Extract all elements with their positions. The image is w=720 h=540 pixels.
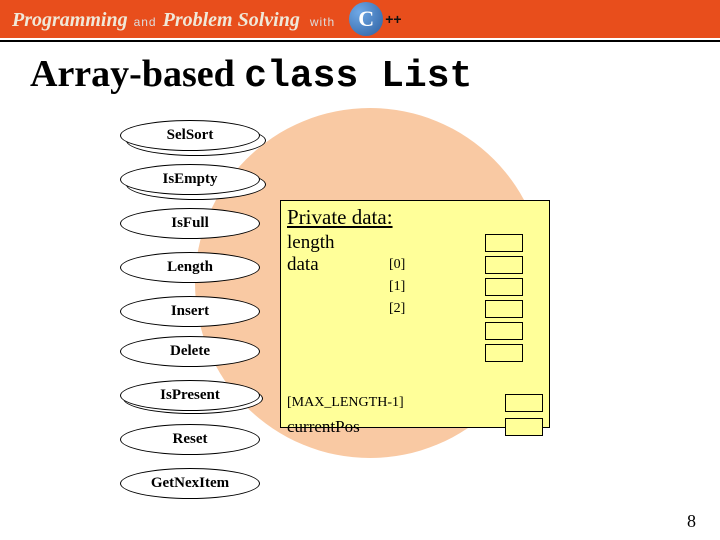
method-isfull: IsFull [120,208,270,248]
method-delete: Delete [120,336,270,376]
method-isempty: IsEmpty [120,164,270,204]
length-cell [485,234,523,252]
private-heading: Private data: [281,201,549,232]
method-reset: Reset [120,424,270,464]
cpp-logo: C ++ [349,2,401,36]
method-label: IsEmpty [120,164,260,195]
data-index-1: [1] [365,279,485,295]
slide-title: Array-based class List [0,42,720,98]
title-mono: class List [244,55,472,98]
private-data-box: Private data: length data [0] [1] [2] [280,200,550,428]
header-and: and [134,15,157,29]
data-cell-3 [485,322,523,340]
data-index-0: [0] [365,257,485,273]
title-prefix: Array-based [30,53,244,95]
private-max-row: [MAX_LENGTH-1] [281,392,549,414]
header-text: Programming and Problem Solving with C +… [0,2,402,36]
private-currentpos-row: currentPos [281,416,549,438]
private-max-label: [MAX_LENGTH-1] [287,395,477,411]
data-cell-max [505,394,543,412]
method-label: Reset [120,424,260,455]
header-with: with [310,15,335,29]
gap [281,364,549,392]
method-label: Delete [120,336,260,367]
diagram-stage: Private data: length data [0] [1] [2] [0,108,720,508]
method-label: SelSort [120,120,260,151]
data-cell-2 [485,300,523,318]
method-column: SelSort IsEmpty IsFull Length Insert Del… [120,120,270,512]
method-label: Insert [120,296,260,327]
private-currentpos-label: currentPos [287,417,477,437]
private-length-row: length [281,232,549,254]
data-cell-1 [485,278,523,296]
method-length: Length [120,252,270,292]
data-cell-4 [485,344,523,362]
header-problem-solving: Problem Solving [163,9,300,32]
private-data-row-2: [2] [281,298,549,320]
private-data-label: data [287,254,365,276]
private-data-row-4 [281,342,549,364]
method-label: Length [120,252,260,283]
method-label: IsFull [120,208,260,239]
header-bar: Programming and Problem Solving with C +… [0,0,720,38]
private-data-row-3 [281,320,549,342]
method-insert: Insert [120,296,270,332]
private-data-row-1: [1] [281,276,549,298]
page-number: 8 [687,511,696,532]
method-getnexitem: GetNexItem [120,468,270,508]
method-label: GetNexItem [120,468,260,499]
data-cell-0 [485,256,523,274]
private-data-row-0: data [0] [281,254,549,276]
header-programming: Programming [12,9,128,32]
cpp-c-icon: C [349,2,383,36]
currentpos-cell [505,418,543,436]
method-label: IsPresent [120,380,260,411]
method-selsort: SelSort [120,120,270,160]
data-index-2: [2] [365,301,485,317]
cpp-plus: ++ [385,11,401,27]
method-ispresent: IsPresent [120,380,270,420]
private-length-label: length [287,232,365,254]
